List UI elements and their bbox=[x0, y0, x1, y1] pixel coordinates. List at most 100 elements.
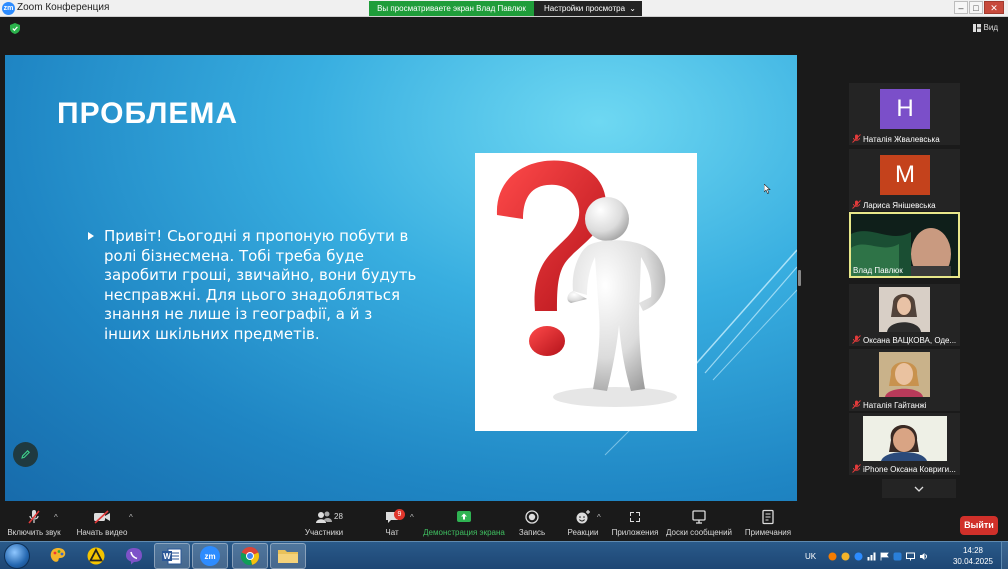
view-button[interactable]: Вид bbox=[972, 23, 998, 32]
screen-share-banner: Вы просматриваете экран Влад Павлюк bbox=[369, 1, 534, 16]
zoom-logo-icon: zm bbox=[2, 2, 15, 15]
participant-video bbox=[863, 416, 947, 461]
panel-splitter-handle[interactable] bbox=[798, 270, 801, 286]
flag-tray-icon[interactable] bbox=[880, 552, 889, 561]
chevron-down-icon bbox=[914, 486, 924, 492]
record-label: Запись bbox=[518, 528, 546, 537]
notes-button[interactable]: Примечания bbox=[742, 509, 794, 537]
paint-tray-icon[interactable] bbox=[841, 552, 850, 561]
reactions-options-chevron-up-icon[interactable]: ^ bbox=[597, 513, 601, 522]
window-controls: – □ ✕ bbox=[954, 1, 1004, 14]
participant-tile[interactable]: Н Наталія Жвалевська bbox=[849, 83, 960, 145]
bluetooth-tray-icon[interactable] bbox=[893, 552, 902, 561]
mouse-cursor-icon bbox=[764, 184, 771, 194]
gallery-scroll-down-button[interactable] bbox=[882, 479, 956, 498]
view-label: Вид bbox=[983, 23, 998, 32]
chat-label: Чат bbox=[385, 528, 399, 537]
start-video-label: Начать видео bbox=[76, 528, 128, 537]
participant-tile-active-speaker[interactable]: Влад Павлюк bbox=[849, 212, 960, 278]
shared-screen-slide: ПРОБЛЕМА Привіт! Сьогодні я пропоную поб… bbox=[5, 55, 797, 501]
notes-label: Примечания bbox=[744, 528, 792, 537]
language-indicator[interactable]: UK bbox=[805, 552, 816, 561]
mic-muted-icon bbox=[852, 134, 861, 143]
whiteboard-icon bbox=[692, 510, 706, 524]
view-options-button[interactable]: Настройки просмотра ⌄ bbox=[534, 1, 642, 16]
annotate-pen-button[interactable] bbox=[13, 442, 38, 467]
participant-tile[interactable]: М Лариса Янішевська bbox=[849, 149, 960, 211]
person-video-icon bbox=[879, 352, 930, 397]
mic-muted-icon bbox=[852, 400, 861, 409]
taskbar-clock[interactable]: 14:28 30.04.2025 bbox=[950, 545, 996, 567]
leave-meeting-button[interactable]: Выйти bbox=[960, 516, 998, 535]
participants-count: 28 bbox=[334, 512, 343, 521]
video-options-chevron-up-icon[interactable]: ^ bbox=[129, 513, 133, 522]
reactions-label: Реакции bbox=[567, 528, 599, 537]
whiteboards-label: Доски сообщений bbox=[666, 528, 733, 537]
notes-icon bbox=[762, 509, 774, 525]
avast-tray-icon[interactable] bbox=[828, 552, 837, 561]
maximize-icon[interactable]: □ bbox=[969, 1, 983, 14]
chat-options-chevron-up-icon[interactable]: ^ bbox=[410, 513, 414, 522]
mic-muted-icon bbox=[852, 335, 861, 344]
taskbar-app-explorer[interactable] bbox=[270, 543, 306, 569]
zoom-app-label: zm bbox=[204, 551, 216, 561]
participant-name: Оксана ВАЦКОВА, Оде... bbox=[863, 336, 957, 345]
question-mark-figure-icon bbox=[496, 160, 677, 407]
reactions-emoji-icon bbox=[576, 510, 590, 524]
participant-name: Наталія Гайтанжі bbox=[863, 401, 927, 410]
record-icon bbox=[525, 510, 539, 524]
show-desktop-button[interactable] bbox=[1001, 542, 1008, 569]
folder-icon bbox=[278, 550, 298, 563]
shield-icon[interactable] bbox=[10, 23, 20, 34]
taskbar-app-paint[interactable] bbox=[40, 543, 76, 569]
slide-title: ПРОБЛЕМА bbox=[57, 97, 239, 130]
audio-options-chevron-up-icon[interactable]: ^ bbox=[54, 513, 58, 522]
participant-tile[interactable]: Наталія Гайтанжі bbox=[849, 349, 960, 411]
clock-time: 14:28 bbox=[962, 546, 984, 555]
mic-muted-icon bbox=[28, 510, 40, 524]
bullet-arrow-icon bbox=[88, 232, 94, 240]
chevron-down-icon: ⌄ bbox=[629, 4, 636, 13]
participant-video bbox=[879, 287, 930, 332]
taskbar-app-viber[interactable] bbox=[116, 543, 152, 569]
mic-muted-icon bbox=[852, 200, 861, 209]
share-screen-button[interactable]: Демонстрация экрана bbox=[422, 509, 506, 537]
minimize-icon[interactable]: – bbox=[954, 1, 968, 14]
display-tray-icon[interactable] bbox=[906, 552, 916, 561]
unmute-label: Включить звук bbox=[7, 528, 61, 537]
window-title: Zoom Конференция bbox=[17, 2, 110, 13]
close-icon[interactable]: ✕ bbox=[984, 1, 1004, 14]
participant-tile[interactable]: iPhone Оксана Ковриги... bbox=[849, 413, 960, 475]
avatar: М bbox=[880, 155, 930, 195]
participant-name: iPhone Оксана Ковриги... bbox=[863, 465, 956, 474]
whiteboards-button[interactable]: Доски сообщений bbox=[666, 509, 732, 537]
network-tray-icon[interactable] bbox=[867, 552, 876, 561]
question-figure-image bbox=[475, 153, 697, 431]
volume-tray-icon[interactable] bbox=[919, 552, 928, 561]
pen-icon bbox=[21, 450, 30, 459]
participant-name: Наталія Жвалевська bbox=[863, 135, 940, 144]
viber-icon bbox=[126, 548, 142, 565]
participant-tile[interactable]: Оксана ВАЦКОВА, Оде... bbox=[849, 284, 960, 346]
start-video-button[interactable]: Начать видео bbox=[74, 509, 130, 537]
taskbar-app-word[interactable]: W bbox=[154, 543, 190, 569]
apps-label: Приложения bbox=[611, 528, 659, 537]
svg-text:W: W bbox=[163, 552, 171, 561]
apps-button[interactable]: Приложения bbox=[611, 509, 659, 537]
avatar: Н bbox=[880, 89, 930, 129]
participant-name: Влад Павлюк bbox=[853, 266, 903, 275]
participants-icon bbox=[316, 511, 332, 523]
grid-view-icon bbox=[972, 23, 981, 32]
taskbar-app-chrome[interactable] bbox=[232, 543, 268, 569]
share-screen-label: Демонстрация экрана bbox=[423, 528, 505, 537]
taskbar-app-autocad[interactable] bbox=[78, 543, 114, 569]
clock-date: 30.04.2025 bbox=[952, 557, 994, 566]
person-video-icon bbox=[879, 287, 930, 332]
video-off-icon bbox=[94, 510, 110, 524]
record-button[interactable]: Запись bbox=[514, 509, 550, 537]
slide-bullet-text: Привіт! Сьогодні я пропоную побути в рол… bbox=[104, 227, 417, 343]
view-options-label: Настройки просмотра bbox=[544, 4, 626, 13]
taskbar-app-zoom[interactable]: zm bbox=[192, 543, 228, 569]
zoom-tray-icon[interactable] bbox=[854, 552, 863, 561]
start-button-windows-icon[interactable] bbox=[4, 543, 30, 569]
